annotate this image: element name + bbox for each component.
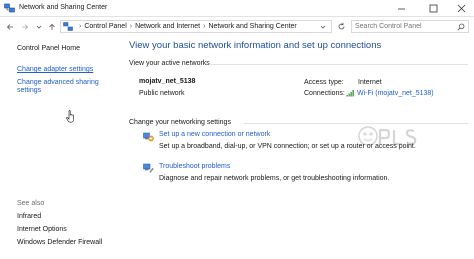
breadcrumb: › Control Panel › Network and Internet ›… xyxy=(60,20,332,33)
address-dropdown-button[interactable] xyxy=(318,21,328,32)
title-bar: Network and Sharing Center xyxy=(0,0,474,17)
troubleshoot-problems-description: Diagnose and repair network problems, or… xyxy=(159,175,390,182)
chevron-down-icon xyxy=(320,25,326,29)
access-type-value: Internet xyxy=(358,79,382,86)
back-arrow-icon xyxy=(6,23,13,30)
forward-arrow-icon xyxy=(22,23,29,30)
up-button[interactable] xyxy=(47,21,57,32)
mouse-cursor-icon xyxy=(66,110,74,123)
recent-locations-button[interactable] xyxy=(34,21,44,32)
refresh-button[interactable] xyxy=(336,21,347,32)
sidebar: Control Panel Home Change adapter settin… xyxy=(0,36,122,259)
breadcrumb-separator: › xyxy=(129,23,133,30)
wifi-signal-icon xyxy=(346,90,354,97)
network-name: mojatv_net_5138 xyxy=(139,78,196,85)
window-title: Network and Sharing Center xyxy=(19,4,108,11)
up-arrow-icon xyxy=(49,23,55,30)
internet-options-link[interactable]: Internet Options xyxy=(17,226,67,234)
troubleshoot-problems-link[interactable]: Troubleshoot problems xyxy=(159,163,230,170)
watermark-logo xyxy=(358,126,417,146)
forward-button[interactable] xyxy=(20,21,30,32)
setup-new-connection-link[interactable]: Set up a new connection or network xyxy=(159,131,270,138)
close-icon xyxy=(457,4,465,13)
change-settings-label: Change your networking settings xyxy=(129,119,231,126)
maximize-icon xyxy=(429,4,437,13)
troubleshoot-icon xyxy=(143,163,154,173)
minimize-icon xyxy=(397,8,405,10)
refresh-icon xyxy=(338,22,345,30)
change-adapter-settings-link[interactable]: Change adapter settings xyxy=(17,66,93,74)
section-divider xyxy=(209,64,468,65)
wifi-connection-link[interactable]: Wi-Fi (mojatv_net_5138) xyxy=(357,90,434,97)
access-type-label: Access type: xyxy=(304,79,344,86)
search-box[interactable] xyxy=(351,20,469,33)
address-bar: › Control Panel › Network and Internet ›… xyxy=(0,18,474,35)
connections-label: Connections: xyxy=(304,90,345,97)
breadcrumb-network-and-internet[interactable]: Network and Internet xyxy=(135,23,200,30)
maximize-button[interactable] xyxy=(420,0,446,17)
search-icon xyxy=(457,23,465,31)
control-panel-home-link[interactable]: Control Panel Home xyxy=(17,45,80,53)
network-type: Public network xyxy=(139,90,185,97)
breadcrumb-control-panel[interactable]: Control Panel xyxy=(84,23,126,30)
back-button[interactable] xyxy=(5,21,15,32)
page-title: View your basic network information and … xyxy=(129,40,382,51)
change-advanced-sharing-settings-link[interactable]: Change advanced sharing settings xyxy=(17,79,107,95)
main-content: View your basic network information and … xyxy=(122,36,474,259)
active-networks-label: View your active networks xyxy=(129,60,210,67)
breadcrumb-separator: › xyxy=(79,23,82,30)
breadcrumb-separator: › xyxy=(203,23,206,30)
new-connection-icon xyxy=(143,132,154,142)
network-center-icon xyxy=(63,22,73,31)
windows-defender-firewall-link[interactable]: Windows Defender Firewall xyxy=(17,239,102,247)
see-also-label: See also xyxy=(17,200,45,207)
infrared-link[interactable]: Infrared xyxy=(17,213,41,221)
chevron-down-icon xyxy=(36,25,42,29)
breadcrumb-network-and-sharing-center[interactable]: Network and Sharing Center xyxy=(208,23,296,30)
network-center-icon xyxy=(4,3,15,13)
search-input[interactable] xyxy=(355,23,455,30)
close-button[interactable] xyxy=(448,0,474,17)
minimize-button[interactable] xyxy=(388,0,414,17)
